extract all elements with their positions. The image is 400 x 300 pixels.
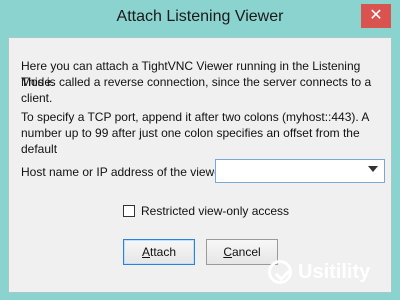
description-line-3: To specify a TCP port, append it after t… (21, 110, 370, 124)
attach-label-mnemonic: A (141, 245, 150, 259)
chevron-down-icon[interactable] (368, 166, 378, 172)
dialog-client-area: Here you can attach a TightVNC Viewer ru… (8, 37, 392, 293)
restricted-checkbox-row[interactable]: Restricted view-only access (123, 203, 289, 219)
cancel-label-suffix: ancel (231, 245, 261, 259)
host-combobox[interactable] (215, 159, 385, 183)
cancel-label-mnemonic: C (223, 245, 232, 259)
watermark-text: Usitility (298, 260, 371, 283)
restricted-checkbox[interactable] (123, 205, 135, 217)
dialog-window: Attach Listening Viewer ✕ Here you can a… (0, 0, 400, 300)
description-line-2: This is called a reverse connection, sin… (21, 75, 372, 105)
close-icon: ✕ (369, 7, 383, 24)
title-bar[interactable]: Attach Listening Viewer ✕ (0, 0, 400, 36)
attach-button[interactable]: Attach (123, 239, 195, 265)
restricted-label: Restricted view-only access (141, 204, 290, 218)
close-button[interactable]: ✕ (361, 4, 391, 28)
description-line-4: number up to 99 after just one colon spe… (21, 126, 360, 156)
attach-label-suffix: ttach (150, 245, 177, 259)
host-label: Host name or IP address of the viewer: (21, 165, 229, 179)
usitility-logo-icon (268, 260, 292, 284)
usitility-watermark: Usitility (268, 258, 396, 286)
dialog-title: Attach Listening Viewer (116, 8, 284, 25)
